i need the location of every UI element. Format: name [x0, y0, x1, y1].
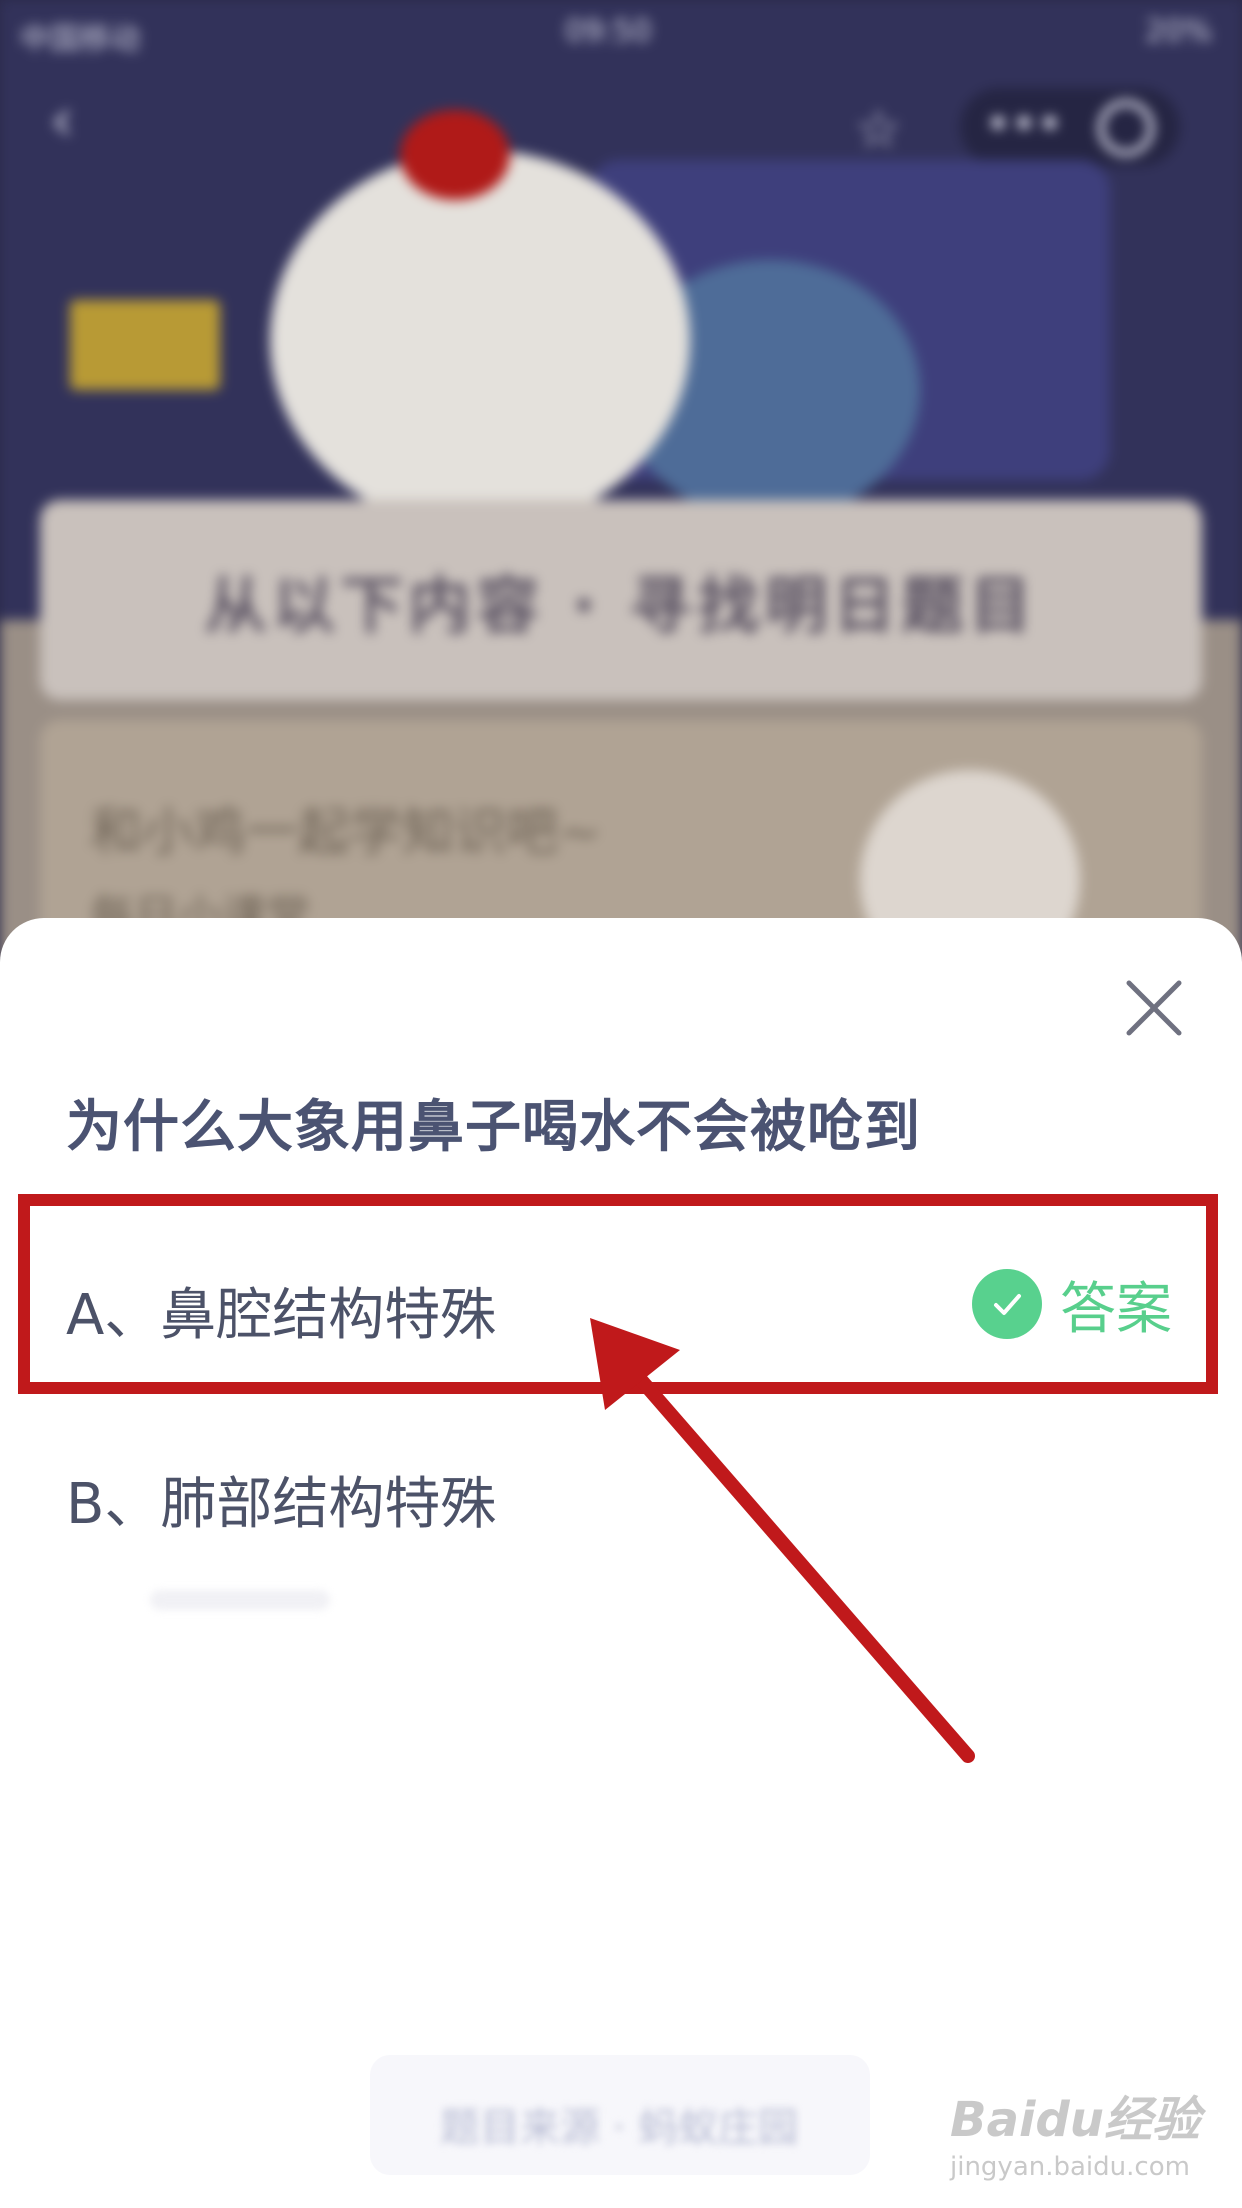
badge-decoration [70, 300, 220, 390]
quiz-question: 为什么大象用鼻子喝水不会被呛到 [66, 1095, 921, 1160]
faint-placeholder [150, 1590, 330, 1610]
status-bar: 中国移动 09:50 20% [0, 0, 1242, 64]
check-icon [972, 1269, 1042, 1339]
learn-card-title: 和小鸡一起学知识吧~ [90, 803, 602, 863]
close-mini-program-icon[interactable] [1098, 100, 1154, 156]
watermark-logo: Baidu经验 [950, 2092, 1200, 2148]
option-a[interactable]: A、鼻腔结构特殊 答案 [0, 1232, 1242, 1382]
back-icon[interactable]: ‹ [50, 90, 90, 150]
status-battery: 20% [1145, 14, 1212, 49]
answer-badge: 答案 [972, 1264, 1172, 1344]
status-time: 09:50 [565, 14, 652, 49]
footer-source-text: 题目来源 · 蚂蚁庄园 [440, 2105, 799, 2151]
option-a-label: A、鼻腔结构特殊 [66, 1283, 497, 1348]
chick-comb [400, 110, 510, 200]
status-carrier: 中国移动 [20, 22, 140, 57]
watermark-url: jingyan.baidu.com [950, 2152, 1190, 2182]
baidu-watermark: Baidu经验 jingyan.baidu.com [950, 2080, 1200, 2182]
option-b-label: B、肺部结构特殊 [66, 1472, 497, 1537]
option-b[interactable]: B、肺部结构特殊 [0, 1421, 1242, 1571]
star-icon[interactable]: ☆ [855, 100, 915, 160]
close-icon[interactable] [1121, 975, 1187, 1041]
banner-heading: 从以下内容 · 寻找明日题目 [204, 569, 1038, 642]
chick-mascot-image [270, 150, 690, 530]
more-icon[interactable]: ••• [985, 100, 1063, 150]
answer-label: 答案 [1060, 1276, 1172, 1342]
screen: 中国移动 09:50 20% ‹ ☆ ••• 从以下内容 · 寻找明日题目 和小… [0, 0, 1242, 2208]
